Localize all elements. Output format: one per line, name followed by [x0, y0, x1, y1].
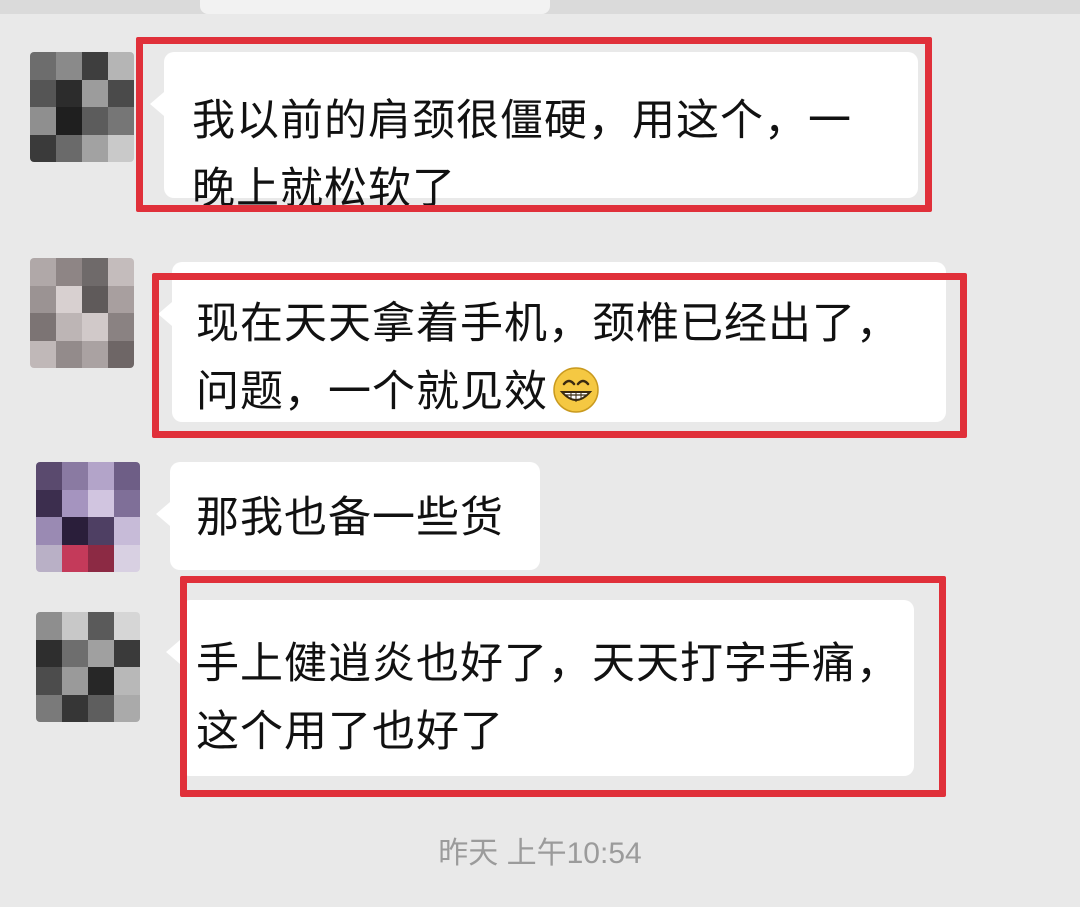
message-bubble[interactable]: 我以前的肩颈很僵硬，用这个，一 晚上就松软了 — [150, 52, 918, 214]
message-text-line: 那我也备一些货 — [196, 493, 504, 543]
bubble-tail — [150, 92, 164, 116]
message-text-line: 现在天天拿着手机，颈椎已经出了， — [196, 299, 900, 349]
avatar[interactable] — [30, 52, 134, 162]
bubble-tail — [158, 302, 172, 326]
message-text: 问题，一个就见效 — [196, 367, 548, 417]
avatar[interactable] — [36, 462, 140, 572]
grinning-face-icon — [553, 367, 599, 413]
previous-message-edge — [200, 0, 550, 14]
message-text-line: 手上健逍炎也好了，天天打字手痛， — [196, 639, 900, 689]
message-bubble[interactable]: 手上健逍炎也好了，天天打字手痛， 这个用了也好了 — [166, 600, 914, 776]
message-text-line: 我以前的肩颈很僵硬，用这个，一 — [192, 96, 852, 146]
message-text-line: 晚上就松软了 — [192, 164, 456, 214]
message-bubble[interactable]: 那我也备一些货 — [156, 462, 540, 570]
message-text-line: 问题，一个就见效 — [196, 358, 946, 426]
bubble-tail — [166, 640, 180, 664]
message-timestamp: 昨天 上午10:54 — [438, 837, 642, 870]
avatar[interactable] — [30, 258, 134, 368]
avatar[interactable] — [36, 612, 140, 722]
message-bubble[interactable]: 现在天天拿着手机，颈椎已经出了， 问题，一个就见效 — [158, 262, 946, 422]
message-text-line: 这个用了也好了 — [196, 707, 504, 757]
bubble-tail — [156, 502, 170, 526]
